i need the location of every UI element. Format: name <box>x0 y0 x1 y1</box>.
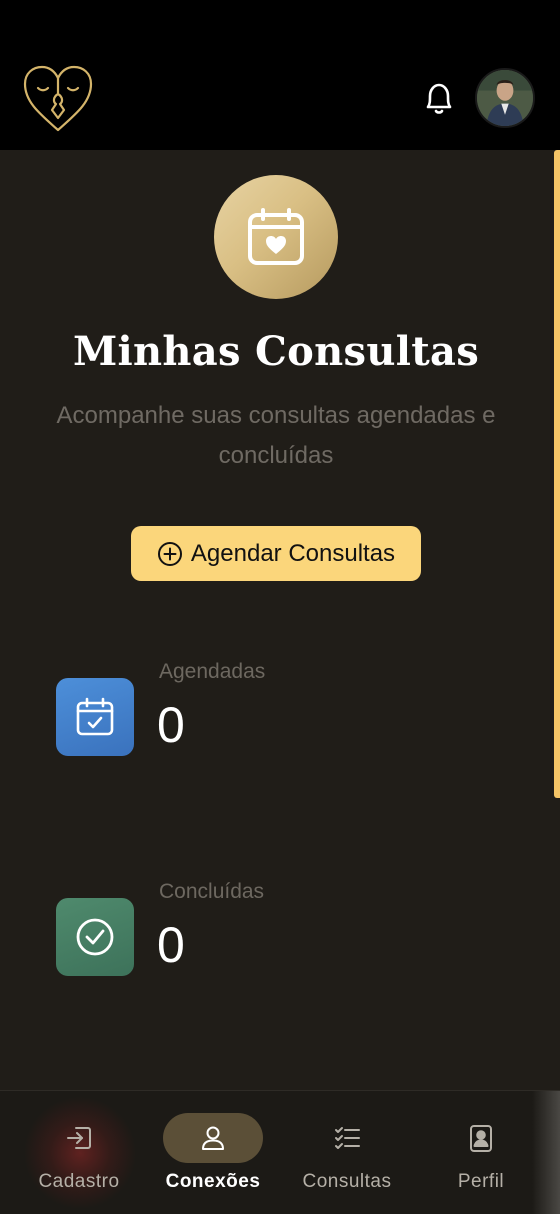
profile-card-icon <box>470 1125 492 1152</box>
nav-label-perfil: Perfil <box>457 1171 505 1192</box>
bottom-navigation: Cadastro Conexões Consultas Perfil <box>0 1090 560 1214</box>
scheduled-stat-card: Agendadas 0 <box>56 660 476 770</box>
plus-circle-icon <box>157 541 182 566</box>
checklist-icon <box>335 1127 360 1149</box>
nav-label-conexoes: Conexões <box>165 1171 261 1192</box>
completed-stat-card: Concluídas 0 <box>56 880 476 990</box>
completed-label: Concluídas <box>159 880 265 903</box>
app-header <box>0 0 560 150</box>
page-subtitle: Acompanhe suas consultas agendadas e con… <box>56 402 496 469</box>
calendar-heart-icon <box>214 175 338 299</box>
login-icon <box>67 1127 91 1149</box>
schedule-consultation-button[interactable]: Agendar Consultas <box>131 526 421 581</box>
nav-item-cadastro[interactable]: Cadastro <box>12 1091 146 1214</box>
nav-label-cadastro: Cadastro <box>38 1171 120 1192</box>
schedule-button-label: Agendar Consultas <box>190 539 396 567</box>
scheduled-label: Agendadas <box>159 660 266 683</box>
consultations-content[interactable]: Minhas Consultas Acompanhe suas consulta… <box>0 150 560 1090</box>
nav-item-consultas[interactable]: Consultas <box>280 1091 414 1214</box>
scheduled-count: 0 <box>157 697 185 753</box>
nav-item-conexoes[interactable]: Conexões <box>146 1091 280 1214</box>
page-title: Minhas Consultas <box>72 328 480 375</box>
completed-count: 0 <box>157 917 185 973</box>
check-circle-icon <box>56 898 134 976</box>
user-avatar[interactable] <box>475 68 535 128</box>
nav-item-perfil[interactable]: Perfil <box>414 1091 548 1214</box>
scrollbar[interactable] <box>554 150 560 798</box>
heart-face-logo-icon[interactable] <box>22 64 94 132</box>
bell-icon[interactable] <box>422 80 456 116</box>
nav-label-consultas: Consultas <box>302 1171 392 1192</box>
calendar-check-icon <box>56 678 134 756</box>
user-icon <box>202 1126 224 1150</box>
